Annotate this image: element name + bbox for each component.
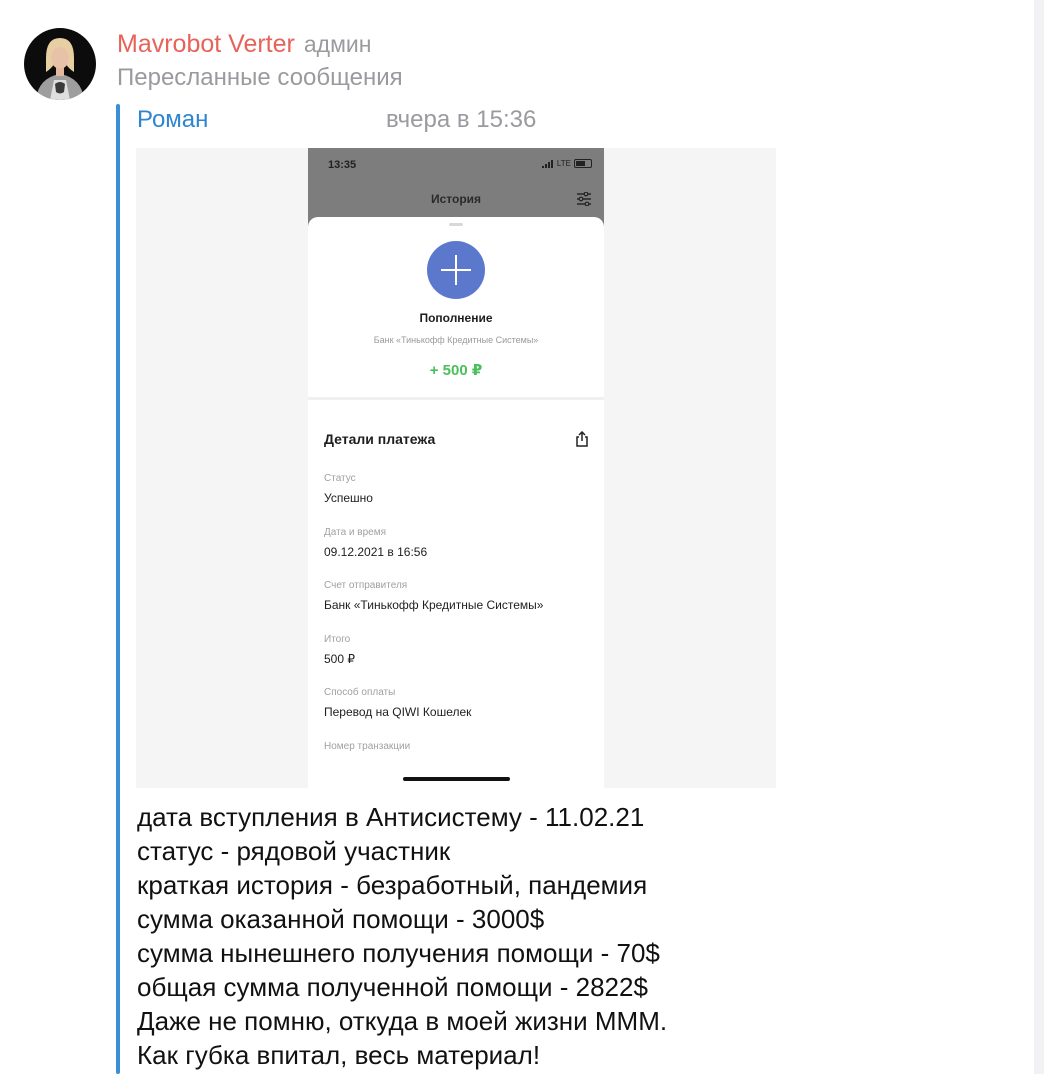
network-label: LTE: [556, 159, 571, 168]
message-line: общая сумма полученной помощи - 2822$: [137, 972, 648, 1002]
window-edge: [1034, 0, 1044, 1074]
status-time: 13:35: [328, 159, 357, 171]
forward-quote-bar: [116, 104, 120, 1074]
message-line: дата вступления в Антисистему - 11.02.21: [137, 802, 645, 832]
sender-name[interactable]: Mavrobot Verter: [117, 30, 295, 59]
detail-label-total: Итого: [324, 634, 351, 645]
operation-amount: + 500 ₽: [429, 362, 483, 379]
detail-label-transaction-number: Номер транзакции: [324, 741, 411, 752]
phone-screen-title: История: [430, 192, 482, 206]
details-title: Детали платежа: [324, 431, 436, 447]
detail-value-sender-account: Банк «Тинькофф Кредитные Системы»: [324, 598, 544, 612]
operation-bank: Банк «Тинькофф Кредитные Системы»: [373, 335, 539, 345]
phone-screenshot: 13:35 LTE История Пополнение Банк «Тиньк…: [308, 148, 604, 788]
sender-role-badge: админ: [303, 31, 372, 57]
detail-label-status: Статус: [324, 473, 356, 484]
message-line: сумма нынешнего получения помощи - 70$: [137, 938, 660, 968]
forwarded-author[interactable]: Роман: [137, 106, 208, 134]
battery-icon: [574, 159, 592, 168]
home-indicator: [403, 777, 510, 781]
forwarded-messages-label: Пересланные сообщения: [117, 64, 403, 91]
share-icon: [576, 431, 588, 447]
signal-icon: [541, 159, 553, 168]
avatar[interactable]: [24, 28, 96, 100]
message-line: краткая история - безработный, пандемия: [137, 870, 648, 900]
status-indicators: LTE: [541, 159, 592, 168]
detail-label-datetime: Дата и время: [324, 527, 387, 538]
detail-label-payment-method: Способ оплаты: [324, 687, 396, 698]
forwarded-date: вчера в 15:36: [386, 106, 537, 133]
message-line: сумма оказанной помощи - 3000$: [137, 904, 545, 934]
sheet-grabber: [449, 223, 463, 226]
detail-value-payment-method: Перевод на QIWI Кошелек: [324, 705, 472, 719]
message-line: Как губка впитал, весь материал!: [137, 1040, 541, 1070]
divider: [308, 397, 604, 400]
plus-icon: [427, 241, 485, 299]
detail-value-status: Успешно: [324, 491, 373, 505]
detail-label-sender-account: Счет отправителя: [324, 580, 408, 591]
operation-title: Пополнение: [419, 311, 493, 325]
message-line: Даже не помню, откуда в моей жизни МММ.: [137, 1006, 668, 1036]
detail-value-total: 500 ₽: [324, 652, 355, 666]
photo-attachment[interactable]: 13:35 LTE История Пополнение Банк «Тиньк…: [136, 148, 776, 788]
detail-value-datetime: 09.12.2021 в 16:56: [324, 545, 428, 559]
message-line: статус - рядовой участник: [137, 836, 451, 866]
message-text: дата вступления в Антисистему - 11.02.21…: [137, 800, 1017, 1072]
filter-icon: [577, 192, 591, 206]
message-header: Mavrobot Verter админ: [117, 30, 371, 62]
operation-sheet: Пополнение Банк «Тинькофф Кредитные Сист…: [308, 217, 604, 788]
